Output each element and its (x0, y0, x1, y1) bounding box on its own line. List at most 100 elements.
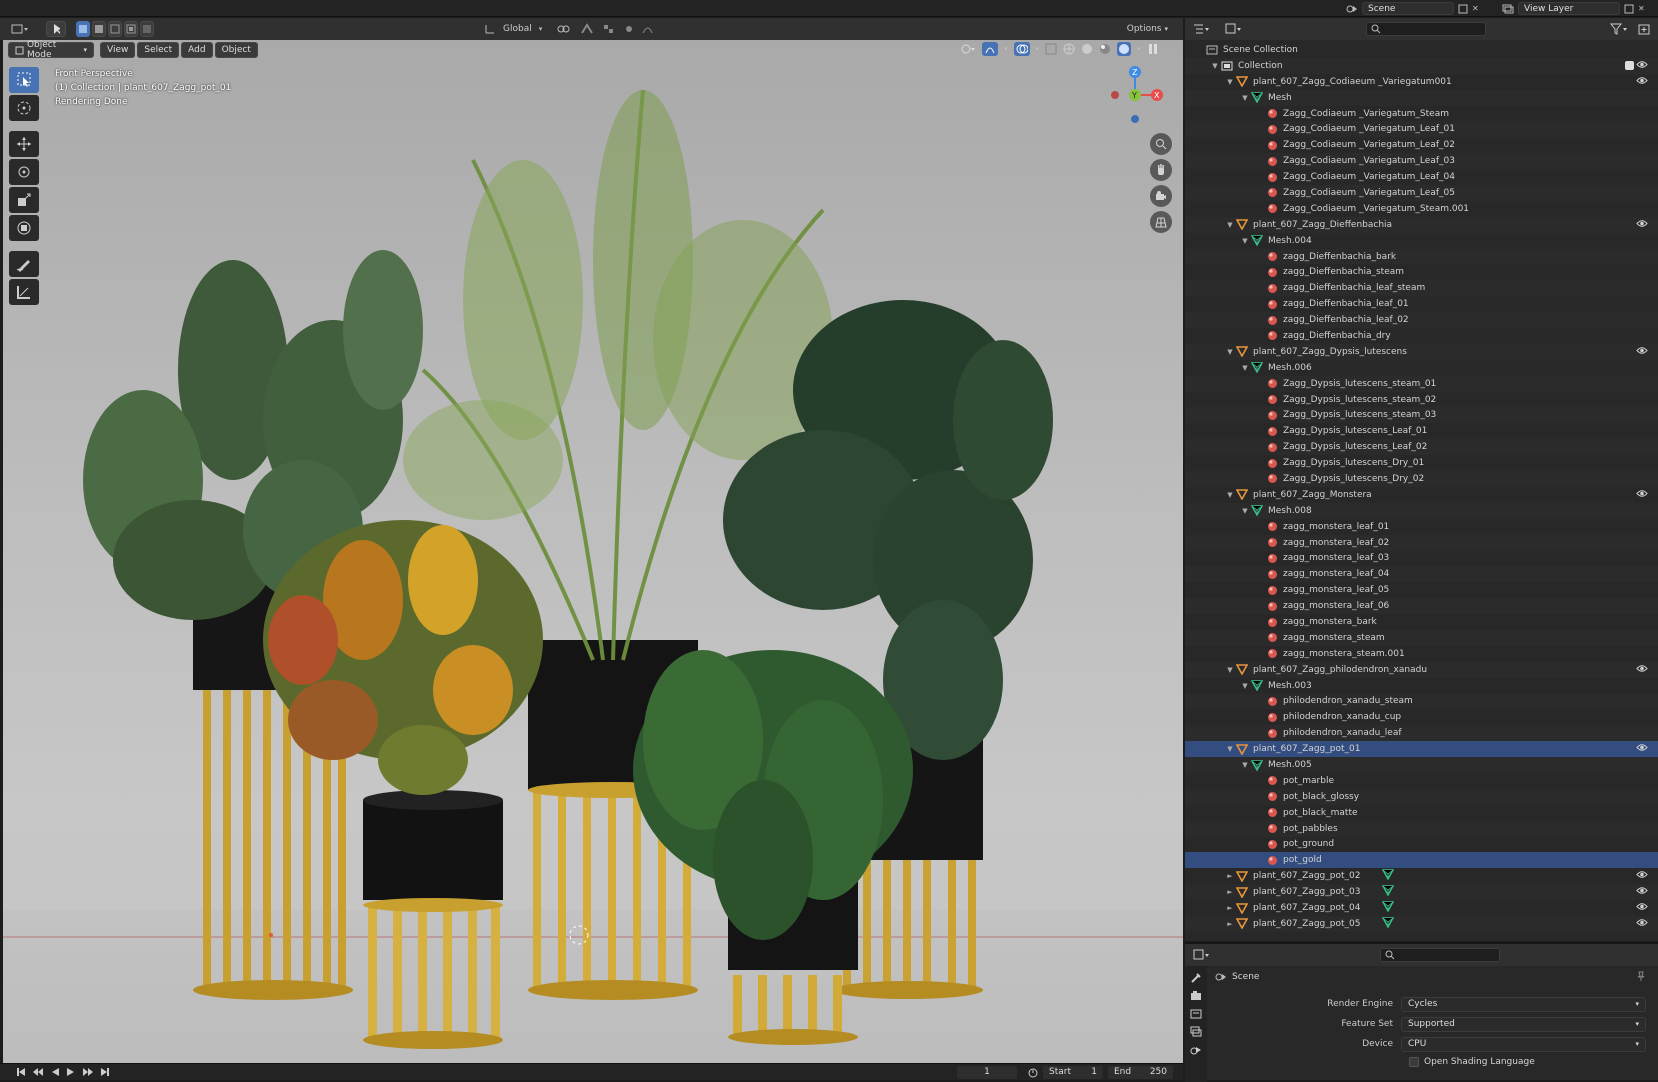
editor-type-button[interactable] (6, 21, 34, 37)
outliner-material-row[interactable]: zagg_Dieffenbachia_dry (1185, 328, 1658, 344)
outliner-material-row[interactable]: philodendron_xanadu_steam (1185, 693, 1658, 710)
outliner-material-row[interactable]: philodendron_xanadu_cup (1185, 709, 1658, 725)
visibility-eye-icon[interactable] (1636, 60, 1648, 72)
device-dropdown[interactable]: CPU ▾ (1401, 1036, 1646, 1052)
chevron-down-icon[interactable]: ▾ (1036, 45, 1040, 53)
outliner-material-row[interactable]: Zagg_Dypsis_lutescens_Dry_01 (1185, 455, 1658, 471)
outliner-material-row[interactable]: Zagg_Codiaeum _Variegatum_Leaf_01 (1185, 121, 1658, 138)
disclosure-collapsed-icon[interactable]: ► (1225, 872, 1235, 880)
measure-tool-icon[interactable] (9, 279, 39, 305)
outliner-object-row[interactable]: ► plant_607_Zagg_pot_05 (1185, 915, 1658, 932)
outliner-material-row[interactable]: pot_pabbles (1185, 820, 1658, 837)
outliner-object-row[interactable]: ► plant_607_Zagg_pot_03 (1185, 884, 1658, 901)
outliner-material-row[interactable]: Zagg_Dypsis_lutescens_Leaf_02 (1185, 439, 1658, 456)
select-invert-icon[interactable] (124, 21, 138, 37)
outliner-material-row[interactable]: pot_marble (1185, 773, 1658, 789)
transform-orientation[interactable]: Global ▾ (484, 21, 542, 37)
disclosure-expanded-icon[interactable]: ▼ (1240, 94, 1250, 102)
select-tool-icon[interactable] (46, 21, 66, 37)
pin-icon[interactable] (1636, 971, 1646, 981)
outliner-material-row[interactable]: philodendron_xanadu_leaf (1185, 725, 1658, 742)
mesh-data-icon[interactable] (1382, 901, 1395, 915)
gizmo-icon[interactable] (982, 42, 998, 56)
visibility-eye-icon[interactable] (1636, 346, 1648, 358)
outliner-material-row[interactable]: Zagg_Dypsis_lutescens_Leaf_01 (1185, 423, 1658, 439)
chevron-down-icon[interactable]: ▾ (1137, 45, 1141, 53)
mesh-data-icon[interactable] (1382, 917, 1395, 931)
disclosure-expanded-icon[interactable]: ▼ (1225, 78, 1235, 86)
disclosure-collapsed-icon[interactable]: ► (1225, 920, 1235, 928)
feature-set-dropdown[interactable]: Supported ▾ (1401, 1016, 1646, 1032)
pan-hand-icon[interactable] (1150, 159, 1172, 181)
start-frame-field[interactable]: Start 1 (1043, 1065, 1103, 1079)
camera-view-icon[interactable] (1150, 185, 1172, 207)
disclosure-expanded-icon[interactable]: ▼ (1225, 745, 1235, 753)
tool-tab-icon[interactable] (1190, 972, 1202, 984)
view-layer-selector[interactable]: View Layer ✕ (1502, 2, 1645, 15)
menu-select[interactable]: Select (137, 42, 180, 58)
material-shading-icon[interactable] (1099, 43, 1111, 55)
menu-add[interactable]: Add (181, 42, 213, 58)
outliner-material-row[interactable]: pot_black_matte (1185, 805, 1658, 821)
osl-checkbox[interactable] (1409, 1057, 1419, 1067)
outliner-mesh-row[interactable]: ▼ Mesh.008 (1185, 502, 1658, 519)
visibility-eye-icon[interactable] (1636, 664, 1648, 676)
view-layer-field[interactable]: View Layer (1518, 2, 1620, 15)
disclosure-expanded-icon[interactable]: ▼ (1240, 364, 1250, 372)
mesh-data-icon[interactable] (1382, 869, 1395, 883)
disclosure-expanded-icon[interactable]: ▼ (1240, 682, 1250, 690)
visibility-eye-icon[interactable] (1636, 870, 1648, 882)
end-frame-field[interactable]: End 250 (1108, 1065, 1173, 1079)
scene-name-field[interactable]: Scene (1362, 2, 1454, 15)
visibility-icon[interactable] (958, 43, 976, 55)
disclosure-expanded-icon[interactable]: ▼ (1240, 237, 1250, 245)
outliner-mesh-row[interactable]: ▼ Mesh (1185, 89, 1658, 106)
jump-start-icon[interactable] (16, 1067, 26, 1077)
scene-selector[interactable]: Scene ✕ (1346, 2, 1479, 15)
outliner-search-input[interactable] (1366, 22, 1486, 36)
outliner-collection-row[interactable]: ▼ Collection (1185, 57, 1658, 74)
visibility-eye-icon[interactable] (1636, 918, 1648, 930)
select-extend-icon[interactable] (92, 21, 106, 37)
zoom-icon[interactable] (1150, 133, 1172, 155)
outliner-object-row[interactable]: ▼ plant_607_Zagg_philodendron_xanadu (1185, 661, 1658, 678)
outliner-material-row[interactable]: zagg_monstera_leaf_02 (1185, 534, 1658, 551)
properties-search-input[interactable] (1380, 948, 1500, 962)
outliner-material-row[interactable]: Zagg_Codiaeum _Variegatum_Steam (1185, 106, 1658, 122)
disclosure-expanded-icon[interactable]: ▼ (1240, 761, 1250, 769)
disclosure-expanded-icon[interactable]: ▼ (1210, 62, 1220, 70)
navigation-gizmo[interactable]: Z X Y (1095, 60, 1195, 140)
outliner-object-row[interactable]: ► plant_607_Zagg_pot_04 (1185, 900, 1658, 916)
select-subtract-icon[interactable] (108, 21, 122, 37)
new-view-layer-icon[interactable] (1624, 4, 1634, 14)
outliner-material-row[interactable]: zagg_Dieffenbachia_leaf_02 (1185, 312, 1658, 329)
disclosure-collapsed-icon[interactable]: ► (1225, 904, 1235, 912)
move-tool-icon[interactable] (9, 131, 39, 157)
outliner-material-row[interactable]: zagg_monstera_leaf_04 (1185, 566, 1658, 583)
outliner-object-row[interactable]: ▼ plant_607_Zagg_Monstera (1185, 487, 1658, 503)
scene-tab-icon[interactable] (1190, 1044, 1202, 1056)
annotate-tool-icon[interactable] (9, 251, 39, 277)
outliner-material-row[interactable]: Zagg_Codiaeum _Variegatum_Leaf_02 (1185, 137, 1658, 153)
outliner-material-row[interactable]: pot_gold (1185, 852, 1658, 869)
scale-tool-icon[interactable] (9, 187, 39, 213)
outliner-material-row[interactable]: Zagg_Codiaeum _Variegatum_Leaf_05 (1185, 185, 1658, 201)
stopwatch-icon[interactable] (1027, 1066, 1039, 1078)
visibility-eye-icon[interactable] (1636, 743, 1648, 755)
visibility-eye-icon[interactable] (1636, 886, 1648, 898)
outliner-material-row[interactable]: zagg_monstera_steam (1185, 629, 1658, 646)
exclude-checkbox[interactable] (1625, 61, 1634, 71)
outliner-material-row[interactable]: Zagg_Dypsis_lutescens_steam_03 (1185, 407, 1658, 424)
perspective-grid-icon[interactable] (1150, 211, 1172, 233)
render-engine-dropdown[interactable]: Cycles ▾ (1401, 996, 1646, 1012)
play-reverse-icon[interactable] (50, 1067, 60, 1077)
filter-icon[interactable] (1610, 23, 1628, 35)
current-frame-field[interactable]: 1 (957, 1065, 1017, 1079)
visibility-eye-icon[interactable] (1636, 902, 1648, 914)
outliner-object-row[interactable]: ▼ plant_607_Zagg_Codiaeum _Variegatum001 (1185, 74, 1658, 90)
wireframe-shading-icon[interactable] (1063, 43, 1075, 55)
outliner-material-row[interactable]: zagg_Dieffenbachia_leaf_01 (1185, 296, 1658, 312)
outliner-material-row[interactable]: Zagg_Dypsis_lutescens_Dry_02 (1185, 471, 1658, 487)
snap-target-icon[interactable] (602, 23, 616, 35)
next-keyframe-icon[interactable] (82, 1067, 94, 1077)
